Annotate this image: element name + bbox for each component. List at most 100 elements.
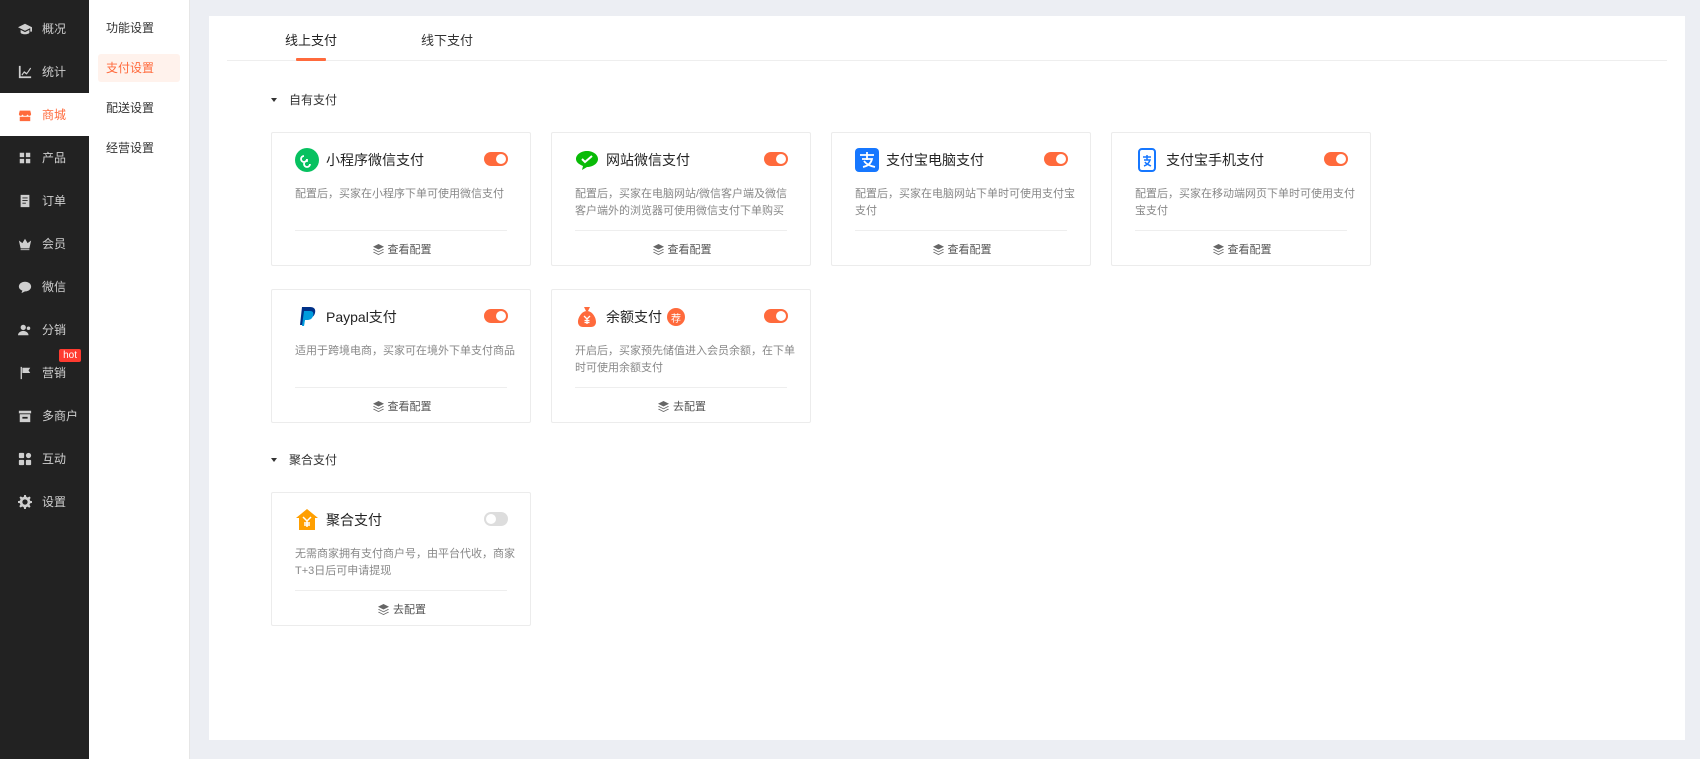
sidebar-item-store[interactable]: 商城	[0, 93, 89, 136]
card-title: 聚合支付	[326, 512, 382, 528]
layers-icon	[378, 603, 389, 615]
paypal-icon	[295, 305, 319, 329]
tab-offline-payment[interactable]: 线下支付	[421, 30, 473, 49]
enable-toggle[interactable]	[484, 512, 508, 526]
action-label: 查看配置	[387, 401, 432, 413]
tab-online-payment[interactable]: 线上支付	[285, 30, 337, 49]
view-config-button[interactable]: 查看配置	[272, 398, 532, 414]
sidebar-item-orders[interactable]: 订单	[0, 179, 89, 222]
action-label: 去配置	[673, 401, 706, 413]
sidebar-item-label: 商城	[42, 108, 67, 122]
sidebar-item-stats[interactable]: 统计	[0, 50, 89, 93]
sidebar-item-label: 会员	[42, 237, 67, 251]
flag-icon	[18, 366, 32, 380]
apps-icon	[18, 452, 32, 466]
card-description: 配置后，买家在移动端网页下单时可使用支付宝支付	[1135, 188, 1355, 217]
sidebar-item-label: 设置	[42, 495, 67, 509]
submenu-item-payment-settings[interactable]: 支付设置	[98, 54, 180, 82]
layers-icon	[652, 243, 664, 255]
sidebar-item-wechat[interactable]: 微信	[0, 265, 89, 308]
view-config-button[interactable]: 查看配置	[1112, 241, 1372, 257]
grid-icon	[18, 151, 32, 165]
submenu-item-business-settings[interactable]: 经营设置	[98, 134, 180, 162]
card-divider	[295, 387, 507, 388]
enable-toggle[interactable]	[1324, 152, 1348, 166]
enable-toggle[interactable]	[764, 152, 788, 166]
recommend-badge: 荐	[667, 308, 685, 326]
payment-card-aggregate: 聚合支付 无需商家拥有支付商户号，由平台代收，商家T+3日后可申请提现 去配置	[271, 492, 531, 626]
section-own-payment-header[interactable]: 自有支付	[271, 91, 337, 108]
payment-card-paypal: Paypal支付 适用于跨境电商，买家可在境外下单支付商品 查看配置	[271, 289, 531, 423]
gear-icon	[18, 494, 32, 509]
view-config-button[interactable]: 查看配置	[832, 241, 1092, 257]
sidebar-item-label: 订单	[42, 194, 67, 208]
submenu-item-function-settings[interactable]: 功能设置	[98, 14, 180, 42]
action-label: 查看配置	[947, 244, 992, 256]
sidebar-item-label: 概况	[42, 22, 67, 36]
card-divider	[295, 230, 507, 231]
payment-tabs: 线上支付 线下支付	[227, 16, 1667, 61]
main-sidebar: 概况 统计 商城 产品 订单 会员 微信 分销 营销 hot 多商户 互动 设置	[0, 0, 89, 759]
layers-icon	[932, 243, 944, 255]
sidebar-item-multi-merchant[interactable]: 多商户	[0, 394, 89, 437]
action-label: 查看配置	[387, 244, 432, 256]
main-panel: 线上支付 线下支付 自有支付 小程序微信支付 配置后，买家在小程序下单可使用微信…	[209, 16, 1685, 740]
yuan-house-icon	[295, 508, 319, 532]
layers-icon	[372, 243, 384, 255]
view-config-button[interactable]: 查看配置	[272, 241, 532, 257]
view-config-button[interactable]: 查看配置	[552, 241, 812, 257]
sidebar-item-members[interactable]: 会员	[0, 222, 89, 265]
enable-toggle[interactable]	[484, 152, 508, 166]
chart-icon	[18, 65, 32, 79]
sidebar-item-label: 营销	[42, 366, 67, 380]
card-divider	[855, 230, 1067, 231]
sidebar-item-label: 多商户	[42, 409, 79, 423]
layers-icon	[658, 400, 669, 412]
action-label: 去配置	[393, 604, 426, 616]
enable-toggle[interactable]	[484, 309, 508, 323]
layers-icon	[1212, 243, 1224, 255]
card-divider	[295, 590, 507, 591]
store-icon	[18, 108, 32, 122]
card-title: 支付宝电脑支付	[886, 152, 984, 168]
secondary-menu: 功能设置 支付设置 配送设置 经营设置	[89, 0, 190, 759]
sidebar-item-products[interactable]: 产品	[0, 136, 89, 179]
payment-card-web-wechat: 网站微信支付 配置后，买家在电脑网站/微信客户端及微信客户端外的浏览器可使用微信…	[551, 132, 811, 266]
card-divider	[575, 387, 787, 388]
card-description: 配置后，买家在小程序下单可使用微信支付	[295, 188, 504, 200]
enable-toggle[interactable]	[1044, 152, 1068, 166]
sidebar-item-distribution[interactable]: 分销	[0, 308, 89, 351]
money-bag-icon	[575, 305, 599, 329]
enable-toggle[interactable]	[764, 309, 788, 323]
card-divider	[575, 230, 787, 231]
payment-card-balance: 余额支付 荐 开启后，买家预先储值进入会员余额，在下单时可使用余额支付 去配置	[551, 289, 811, 423]
card-title: 网站微信支付	[606, 152, 690, 168]
card-divider	[1135, 230, 1347, 231]
submenu-item-delivery-settings[interactable]: 配送设置	[98, 94, 180, 122]
section-aggregate-payment-header[interactable]: 聚合支付	[271, 451, 337, 468]
shop-icon	[18, 409, 32, 423]
layers-icon	[372, 400, 384, 412]
chat-icon	[18, 280, 32, 294]
active-tab-indicator	[296, 58, 326, 61]
sidebar-item-interaction[interactable]: 互动	[0, 437, 89, 480]
sidebar-item-label: 互动	[42, 452, 67, 466]
sidebar-item-label: 微信	[42, 280, 67, 294]
sidebar-item-label: 产品	[42, 151, 67, 165]
payment-card-alipay-mobile: 支付宝手机支付 配置后，买家在移动端网页下单时可使用支付宝支付 查看配置	[1111, 132, 1371, 266]
hot-badge: hot	[59, 349, 81, 362]
card-description: 配置后，买家在电脑网站下单时可使用支付宝支付	[855, 188, 1075, 217]
card-title: 支付宝手机支付	[1166, 152, 1264, 168]
sidebar-item-label: 统计	[42, 65, 67, 79]
go-config-button[interactable]: 去配置	[272, 601, 532, 617]
sidebar-item-settings[interactable]: 设置	[0, 480, 89, 523]
section-title: 自有支付	[289, 93, 338, 107]
mini-program-icon	[295, 148, 319, 172]
go-config-button[interactable]: 去配置	[552, 398, 812, 414]
sidebar-item-overview[interactable]: 概况	[0, 7, 89, 50]
card-title: 小程序微信支付	[326, 152, 424, 168]
order-icon	[18, 194, 32, 208]
payment-card-alipay-pc: 支付宝电脑支付 配置后，买家在电脑网站下单时可使用支付宝支付 查看配置	[831, 132, 1091, 266]
crown-icon	[18, 237, 32, 251]
sidebar-item-marketing[interactable]: 营销 hot	[0, 349, 89, 394]
